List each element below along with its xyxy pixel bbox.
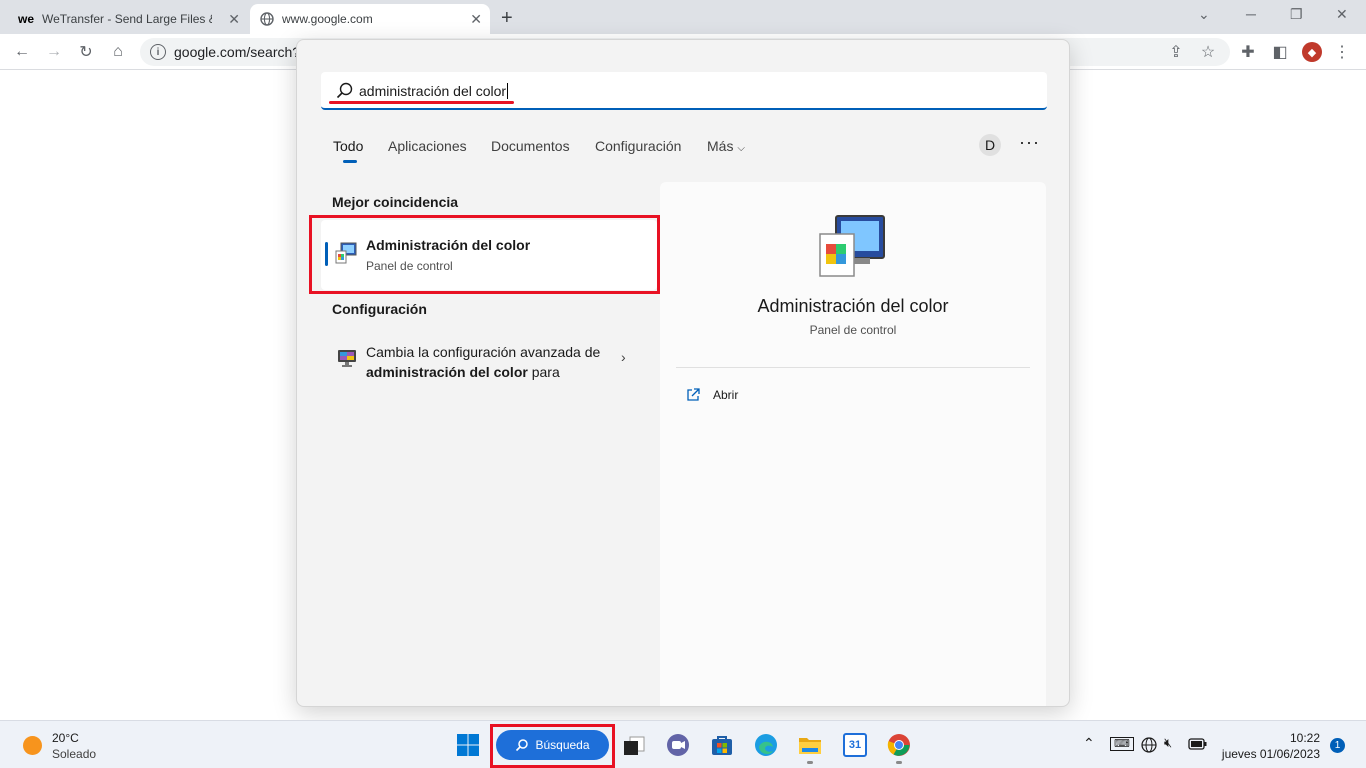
chevron-up-icon[interactable]: ⌃: [1083, 735, 1095, 752]
task-view-icon[interactable]: [622, 733, 646, 757]
tab-wetransfer[interactable]: we WeTransfer - Send Large Files & Share…: [8, 4, 248, 34]
chat-icon[interactable]: [666, 733, 690, 757]
setting-item-text: Cambia la configuración avanzada de admi…: [366, 342, 606, 382]
best-match-heading: Mejor coincidencia: [332, 194, 459, 210]
wetransfer-icon: we: [18, 12, 35, 26]
weather-condition: Soleado: [52, 747, 97, 761]
file-explorer-icon[interactable]: [798, 733, 822, 757]
reload-icon[interactable]: ↻: [76, 42, 96, 62]
volume-muted-icon[interactable]: 🔇︎: [1164, 735, 1172, 751]
address-text: google.com/search?: [174, 44, 301, 60]
side-panel-icon[interactable]: ◧: [1270, 42, 1290, 62]
tab-aplicaciones[interactable]: Aplicaciones: [388, 138, 467, 154]
setting-result-item[interactable]: Cambia la configuración avanzada de admi…: [321, 332, 657, 386]
open-button[interactable]: Abrir: [686, 388, 738, 402]
restore-icon[interactable]: ❐: [1290, 6, 1303, 23]
menu-kebab-icon[interactable]: ⋮: [1332, 42, 1352, 62]
calendar-icon[interactable]: 31: [843, 733, 867, 757]
home-icon[interactable]: ⌂: [108, 42, 128, 62]
setting-prefix: Cambia la configuración avanzada de: [366, 344, 601, 360]
start-icon[interactable]: [456, 733, 480, 757]
chevron-right-icon: ›: [621, 349, 626, 365]
windows-search-panel: administración del color Todo Aplicacion…: [296, 39, 1070, 707]
tab-mas[interactable]: Más ⌵: [707, 138, 745, 154]
notification-badge[interactable]: 1: [1330, 738, 1345, 753]
search-input[interactable]: administración del color: [321, 72, 1047, 110]
user-avatar[interactable]: D: [979, 134, 1001, 156]
running-indicator: [807, 761, 813, 764]
search-query-text: administración del color: [359, 83, 509, 99]
bookmark-star-icon[interactable]: ☆: [1198, 42, 1218, 62]
network-globe-icon[interactable]: [1141, 737, 1157, 753]
search-icon: [336, 82, 353, 99]
active-tab-indicator: [343, 160, 357, 163]
settings-heading: Configuración: [332, 301, 427, 317]
minimize-icon[interactable]: ─: [1246, 6, 1256, 22]
profile-avatar-icon[interactable]: ◆: [1302, 42, 1322, 62]
tab-configuracion[interactable]: Configuración: [595, 138, 681, 154]
taskbar: 20°C Soleado Búsqueda 31 ⌃ ⌨ 🔇︎ 10:22 ju…: [0, 720, 1366, 768]
browser-tab-bar: we WeTransfer - Send Large Files & Share…: [0, 0, 1366, 34]
highlight-underline: [329, 101, 514, 104]
close-tab-icon[interactable]: ✕: [470, 11, 482, 28]
running-indicator: [896, 761, 902, 764]
globe-icon: [260, 12, 274, 26]
more-options-button[interactable]: ···: [1019, 132, 1040, 153]
site-info-icon[interactable]: i: [150, 44, 166, 60]
extensions-icon[interactable]: ✚: [1238, 42, 1258, 62]
setting-suffix: para: [527, 364, 560, 380]
detail-subtitle: Panel de control: [809, 323, 897, 337]
chrome-icon[interactable]: [887, 733, 911, 757]
clock-time: 10:22: [1289, 731, 1320, 745]
store-icon[interactable]: [710, 733, 734, 757]
setting-bold-match: administración del color: [366, 364, 528, 380]
chevron-down-icon: ⌵: [737, 143, 745, 154]
detail-title: Administración del color: [757, 296, 949, 316]
open-label: Abrir: [713, 388, 739, 402]
highlight-box: [309, 215, 660, 294]
close-tab-icon[interactable]: ✕: [228, 11, 240, 28]
tab-search-icon[interactable]: ⌄: [1198, 6, 1210, 23]
detail-divider: [676, 367, 1030, 368]
forward-arrow-icon[interactable]: →: [44, 42, 64, 62]
sun-icon: [23, 736, 42, 755]
tab-label: www.google.com: [282, 12, 373, 26]
keyboard-icon[interactable]: ⌨: [1110, 737, 1134, 751]
weather-temperature: 20°C: [52, 731, 79, 745]
tab-documentos[interactable]: Documentos: [491, 138, 570, 154]
battery-icon[interactable]: [1188, 737, 1208, 751]
clock-date: jueves 01/06/2023: [1221, 747, 1320, 761]
tab-todo[interactable]: Todo: [333, 138, 363, 154]
clock[interactable]: 10:22 jueves 01/06/2023: [1220, 730, 1320, 762]
new-tab-button[interactable]: +: [501, 7, 513, 30]
tab-google[interactable]: www.google.com ✕: [250, 4, 490, 34]
edge-icon[interactable]: [754, 733, 778, 757]
search-highlight-box: [490, 724, 615, 768]
close-window-icon[interactable]: ✕: [1336, 6, 1348, 23]
share-icon[interactable]: ⇪: [1166, 42, 1186, 62]
display-settings-icon: [338, 350, 356, 367]
back-arrow-icon[interactable]: ←: [12, 42, 32, 62]
open-external-icon: [687, 388, 700, 401]
tab-label: WeTransfer - Send Large Files & Share: [42, 12, 212, 26]
tab-mas-label: Más: [707, 138, 734, 154]
color-management-large-icon: [819, 215, 885, 277]
detail-pane: Administración del color Panel de contro…: [660, 182, 1046, 706]
